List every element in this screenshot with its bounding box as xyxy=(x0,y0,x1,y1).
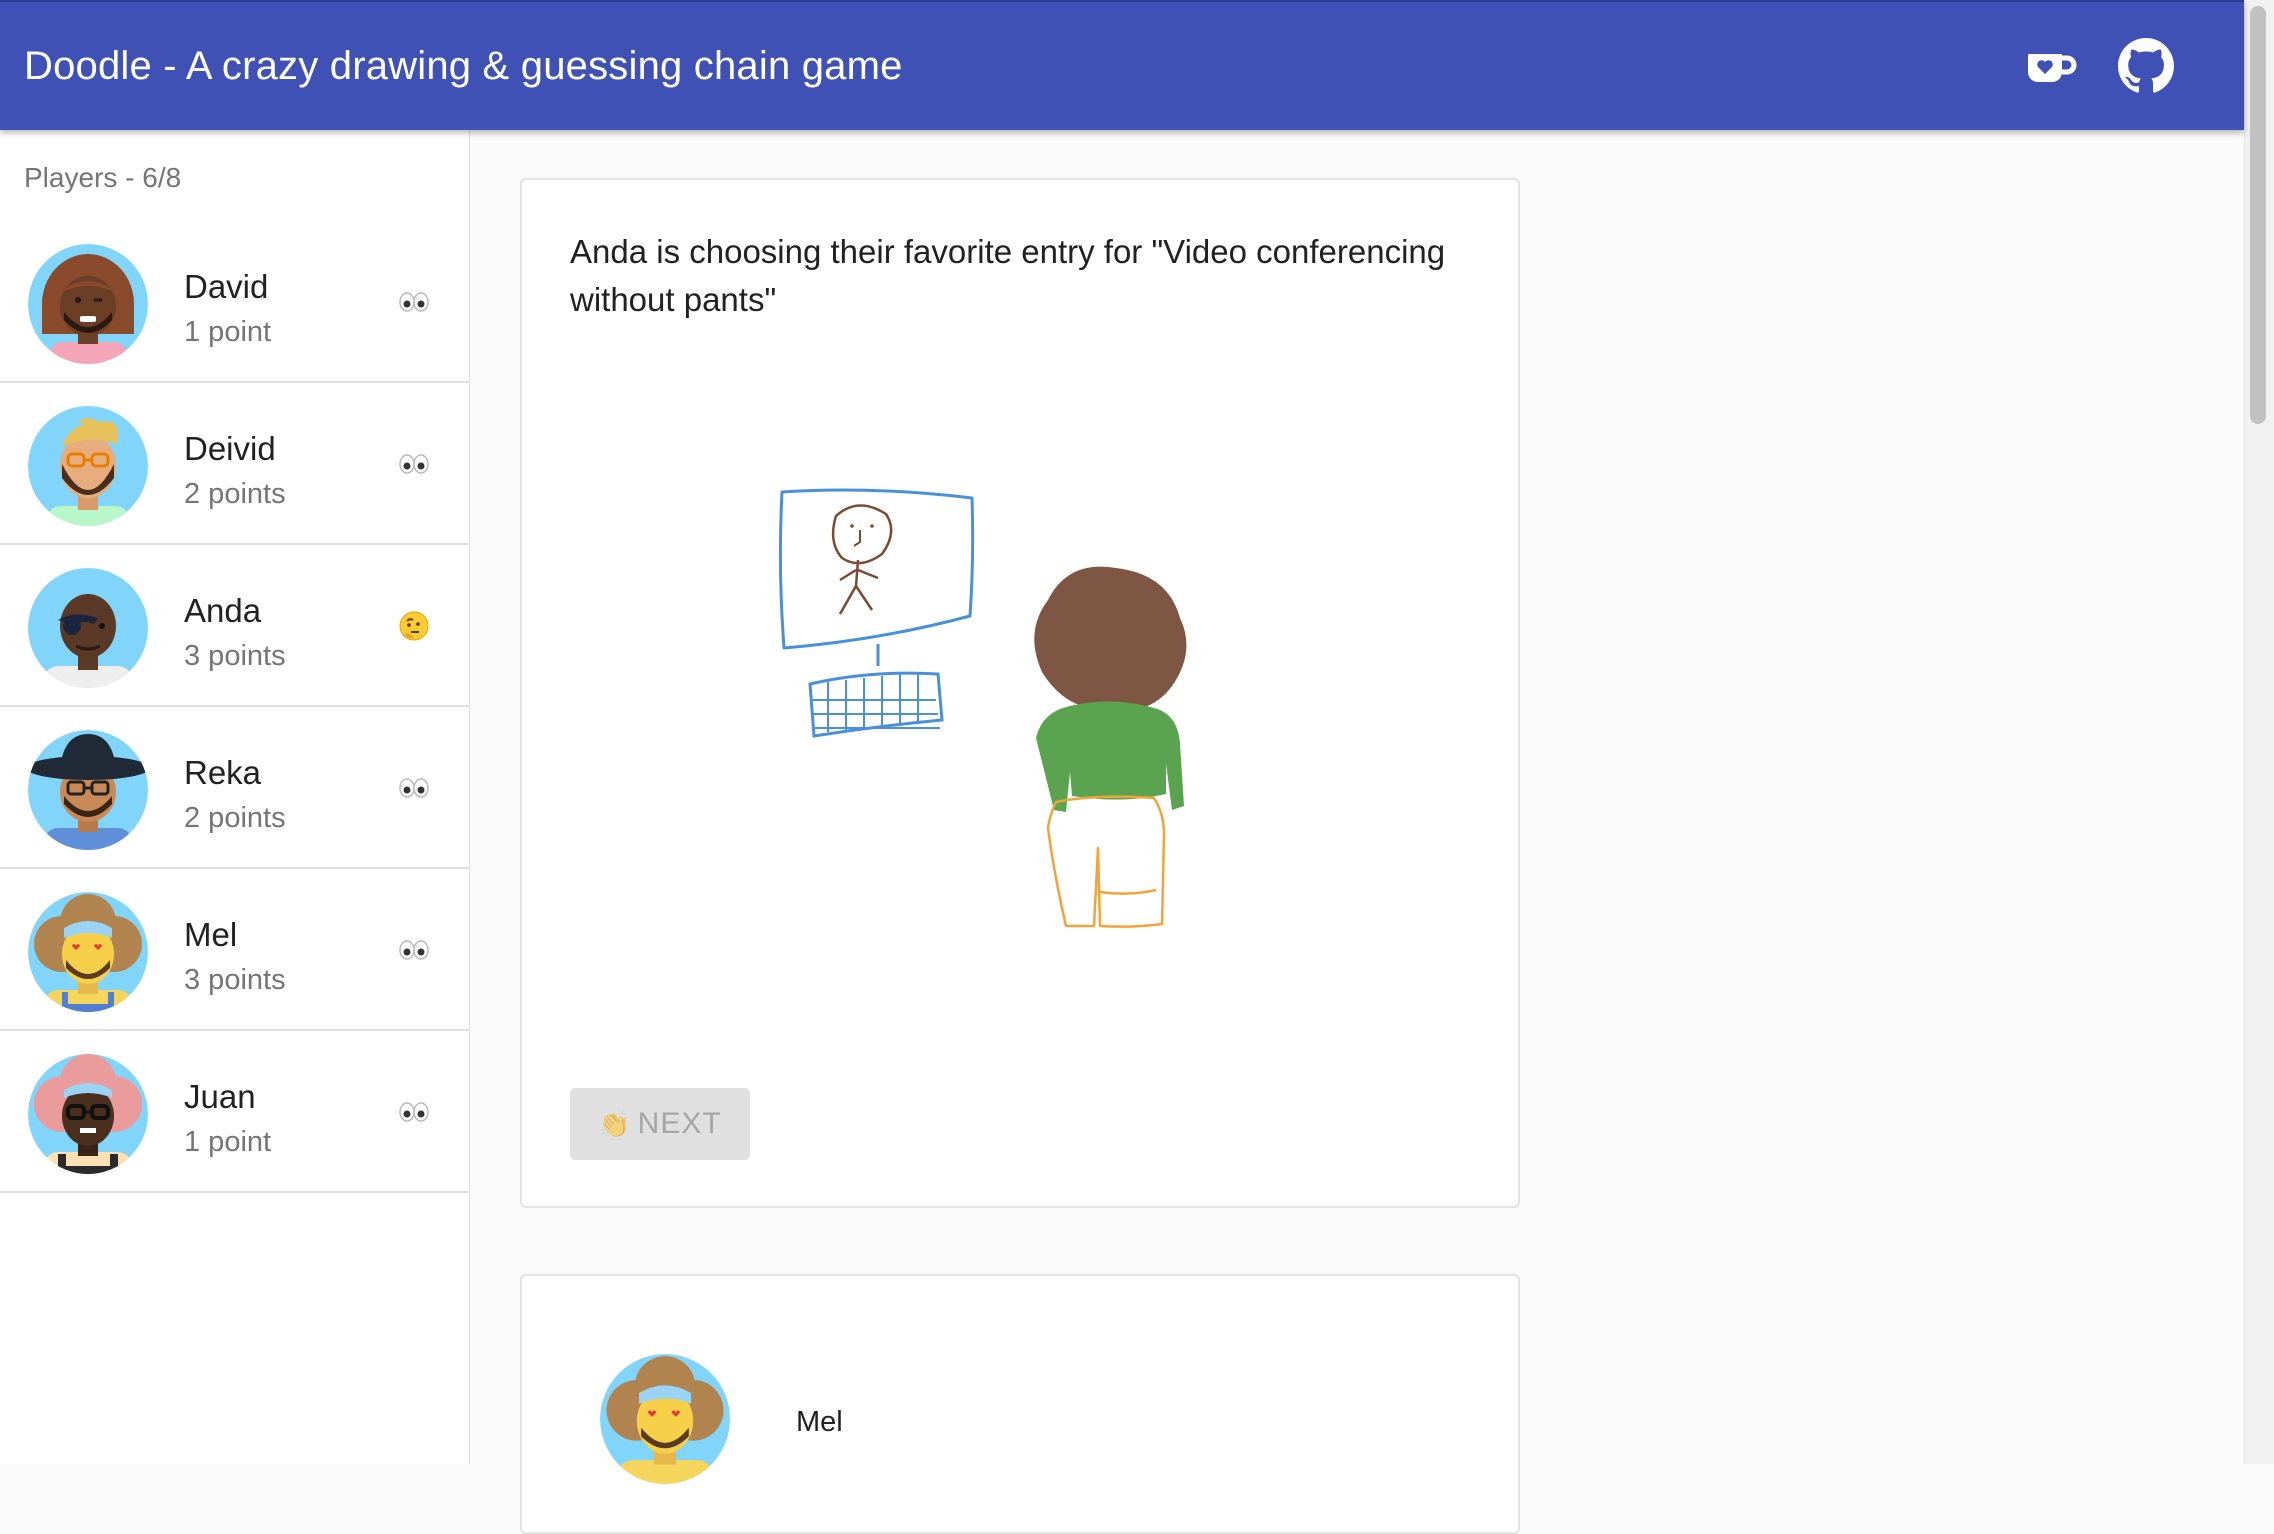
clapping-hands-icon: 👏 xyxy=(598,1108,632,1139)
github-icon[interactable] xyxy=(2118,38,2174,94)
avatar xyxy=(28,568,148,688)
eyes-emoji-icon xyxy=(399,940,429,960)
avatar xyxy=(28,730,148,850)
player-name: David xyxy=(184,268,269,305)
scrollbar-thumb[interactable] xyxy=(2250,6,2266,424)
voting-card: Anda is choosing their favorite entry fo… xyxy=(520,178,1520,1208)
player-points: 3 points xyxy=(184,964,286,996)
entry-card: Mel xyxy=(520,1274,1520,1534)
player-points: 2 points xyxy=(184,802,286,834)
drawing-canvas xyxy=(778,488,1187,928)
player-item-deivid[interactable]: Deivid 2 points xyxy=(0,384,470,545)
voting-prompt: Anda is choosing their favorite entry fo… xyxy=(570,233,1446,318)
eyes-emoji-icon xyxy=(399,778,429,798)
player-name: Mel xyxy=(184,916,238,953)
players-header: Players - 6/8 xyxy=(24,162,182,193)
player-name: Anda xyxy=(184,592,262,629)
next-button-label: NEXT xyxy=(637,1107,722,1140)
player-points: 2 points xyxy=(184,478,286,510)
next-button[interactable]: 👏 NEXT xyxy=(570,1088,750,1160)
player-item-anda[interactable]: Anda 3 points xyxy=(0,546,470,707)
player-item-reka[interactable]: Reka 2 points xyxy=(0,708,470,869)
thinking-face-emoji-icon xyxy=(399,611,429,641)
players-sidebar: Players - 6/8 David 1 point Deivid 2 poi… xyxy=(0,130,470,1464)
entry-author-name: Mel xyxy=(796,1406,843,1438)
player-item-juan[interactable]: Juan 1 point xyxy=(0,1032,470,1193)
player-points: 1 point xyxy=(184,316,272,348)
avatar xyxy=(600,1354,730,1484)
player-name: Deivid xyxy=(184,430,276,467)
player-name: Juan xyxy=(184,1078,256,1115)
player-points: 3 points xyxy=(184,640,286,672)
player-item-david[interactable]: David 1 point xyxy=(0,222,470,383)
eyes-emoji-icon xyxy=(399,292,429,312)
player-item-mel[interactable]: Mel 3 points xyxy=(0,870,470,1031)
ko-fi-cup-heart-icon[interactable] xyxy=(2022,38,2078,94)
app-title: Doodle - A crazy drawing & guessing chai… xyxy=(24,44,903,88)
avatar xyxy=(28,406,148,526)
avatar xyxy=(28,1054,148,1174)
eyes-emoji-icon xyxy=(399,1102,429,1122)
app-bar: Doodle - A crazy drawing & guessing chai… xyxy=(0,0,2244,130)
player-points: 1 point xyxy=(184,1126,272,1158)
player-name: Reka xyxy=(184,754,262,791)
avatar xyxy=(28,244,148,364)
avatar xyxy=(28,892,148,1012)
eyes-emoji-icon xyxy=(399,454,429,474)
